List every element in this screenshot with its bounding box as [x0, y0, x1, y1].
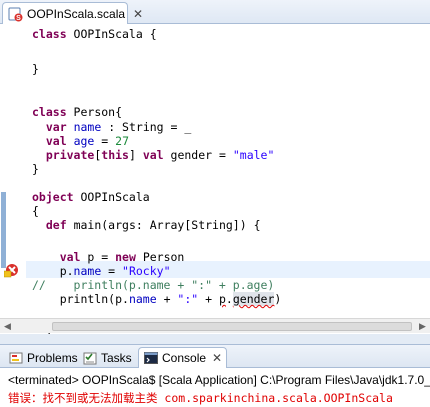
- scrollbar-thumb[interactable]: [52, 322, 412, 331]
- tab-oopinscala[interactable]: S OOPInScala.scala ✕: [2, 2, 143, 24]
- code-line[interactable]: class OOPInScala {: [32, 27, 157, 41]
- problems-icon: [8, 350, 24, 366]
- editor-tab-bar: S OOPInScala.scala ✕: [0, 0, 430, 24]
- code-area[interactable]: class OOPInScala {} class Person{ var nam…: [26, 24, 430, 336]
- code-token: =: [94, 134, 116, 148]
- code-token: }: [32, 62, 39, 76]
- code-token: val: [142, 148, 164, 162]
- code-line[interactable]: println(p.name + ":" + p.gender): [32, 292, 281, 306]
- close-icon[interactable]: ✕: [212, 351, 222, 365]
- code-token: +: [156, 292, 178, 306]
- code-token: val: [59, 250, 81, 264]
- code-token: "male": [232, 148, 275, 162]
- code-token: ]: [128, 148, 143, 162]
- code-token: println(p.: [32, 292, 129, 306]
- code-line[interactable]: p.name = "Rocky": [32, 264, 171, 278]
- error-message: 找不到或无法加载主类 com.sparkinchina.scala.OOPInS…: [42, 391, 393, 405]
- code-line[interactable]: private[this] val gender = "male": [32, 148, 275, 162]
- scroll-left-icon[interactable]: ◀: [0, 319, 15, 334]
- tab-label: Tasks: [101, 350, 132, 365]
- console-icon: [143, 350, 159, 366]
- code-token: }: [32, 162, 39, 176]
- code-token: private: [45, 148, 95, 162]
- tab-problems[interactable]: Problems: [4, 347, 82, 368]
- code-token: : String = _: [101, 120, 192, 134]
- tab-console[interactable]: Console ✕: [138, 347, 228, 368]
- code-token: gender =: [163, 148, 233, 162]
- horizontal-scrollbar[interactable]: ◀ ▶: [0, 318, 430, 333]
- code-token: Person: [135, 250, 185, 264]
- code-token: 27: [115, 134, 129, 148]
- code-token: p: [218, 292, 226, 306]
- code-token: ): [274, 292, 282, 306]
- code-line[interactable]: val p = new Person: [32, 250, 185, 264]
- tab-label: Problems: [27, 350, 78, 365]
- change-marker: [1, 192, 6, 268]
- code-token: class: [32, 105, 67, 119]
- code-token: class: [32, 27, 67, 41]
- svg-text:S: S: [16, 15, 21, 22]
- code-line[interactable]: var name : String = _: [32, 120, 191, 134]
- code-line[interactable]: }: [32, 162, 39, 176]
- code-token: p =: [80, 250, 116, 264]
- code-token: OOPInScala: [73, 190, 150, 204]
- panel-separator: [0, 334, 430, 344]
- code-token: ":": [177, 292, 199, 306]
- code-line[interactable]: val age = 27: [32, 134, 129, 148]
- code-line[interactable]: }: [32, 62, 39, 76]
- tab-label: Console: [162, 351, 207, 365]
- panel-tab-bar: Problems Tasks Console ✕: [0, 344, 430, 368]
- scroll-right-icon[interactable]: ▶: [415, 319, 430, 334]
- close-icon[interactable]: ✕: [133, 8, 143, 20]
- code-line[interactable]: class Person{: [32, 105, 122, 119]
- console-status-line: <terminated> OOPInScala$ [Scala Applicat…: [8, 373, 430, 387]
- code-token: =: [101, 264, 123, 278]
- code-token: "Rocky": [122, 264, 171, 278]
- code-token: +: [198, 292, 219, 306]
- code-token: gender: [232, 292, 275, 306]
- code-token: main(args: Array[String]) {: [66, 218, 261, 232]
- scala-file-icon: S: [7, 6, 23, 22]
- code-token: // println(p.name + ":" + p.age): [32, 278, 275, 292]
- code-line[interactable]: // println(p.name + ":" + p.age): [32, 278, 274, 292]
- code-token: p.: [32, 264, 74, 278]
- code-token: .: [225, 292, 233, 306]
- code-line[interactable]: def main(args: Array[String]) {: [32, 218, 261, 232]
- error-marker-icon[interactable]: [3, 262, 20, 278]
- error-prefix: 错误：: [8, 391, 43, 405]
- code-token: object: [32, 190, 74, 204]
- tab-tasks[interactable]: Tasks: [78, 347, 136, 368]
- code-token: {: [32, 204, 39, 218]
- code-token: val: [45, 134, 67, 148]
- code-token: name: [73, 120, 102, 134]
- tasks-icon: [82, 350, 98, 366]
- code-token: age: [73, 134, 95, 148]
- code-token: OOPInScala {: [66, 27, 157, 41]
- console-error-line: 错误：找不到或无法加载主类 com.sparkinchina.scala.OOP…: [8, 390, 393, 406]
- tab-label: OOPInScala.scala: [27, 6, 126, 21]
- code-token: Person{: [66, 105, 123, 119]
- code-token: var: [45, 120, 67, 134]
- code-token: this: [101, 148, 129, 162]
- code-line[interactable]: object OOPInScala: [32, 190, 150, 204]
- code-token: name: [128, 292, 157, 306]
- console-output[interactable]: <terminated> OOPInScala$ [Scala Applicat…: [0, 368, 430, 407]
- code-token: name: [73, 264, 102, 278]
- code-token: new: [115, 250, 136, 264]
- code-editor[interactable]: class OOPInScala {} class Person{ var nam…: [0, 24, 430, 336]
- code-token: def: [45, 218, 67, 232]
- code-line[interactable]: {: [32, 204, 39, 218]
- editor-gutter: [0, 24, 26, 334]
